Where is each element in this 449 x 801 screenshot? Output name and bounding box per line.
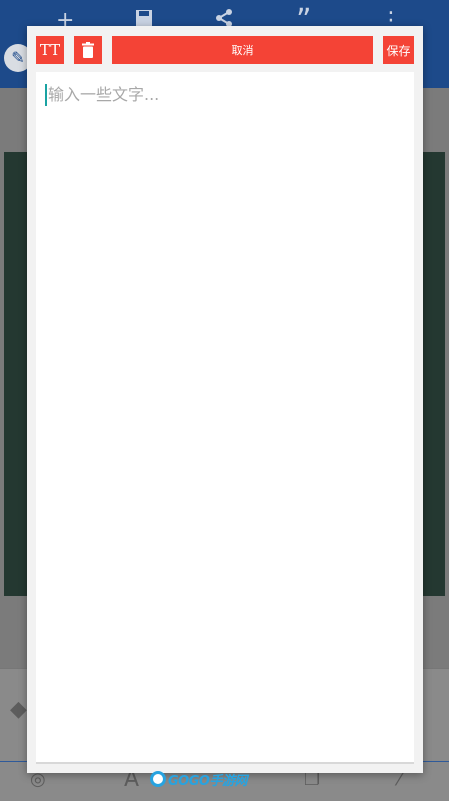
text-caret [45, 84, 47, 106]
add-text-dialog: TT 取消 保存 输入一些文字... [27, 26, 423, 773]
text-input-placeholder: 输入一些文字... [48, 85, 160, 104]
text-style-icon: TT [39, 41, 61, 59]
watermark-logo: GOGO手游网 [150, 768, 247, 790]
text-input[interactable]: 输入一些文字... [36, 72, 414, 764]
cancel-button[interactable]: 取消 [112, 36, 373, 64]
save-button[interactable]: 保存 [383, 36, 414, 64]
trash-icon [82, 42, 94, 58]
watermark-c-icon [150, 771, 166, 787]
text-style-button[interactable]: TT [36, 36, 64, 64]
delete-button[interactable] [74, 36, 102, 64]
watermark-text: GOGO手游网 [168, 773, 247, 789]
paint-bucket-icon: ◆ [10, 697, 27, 722]
